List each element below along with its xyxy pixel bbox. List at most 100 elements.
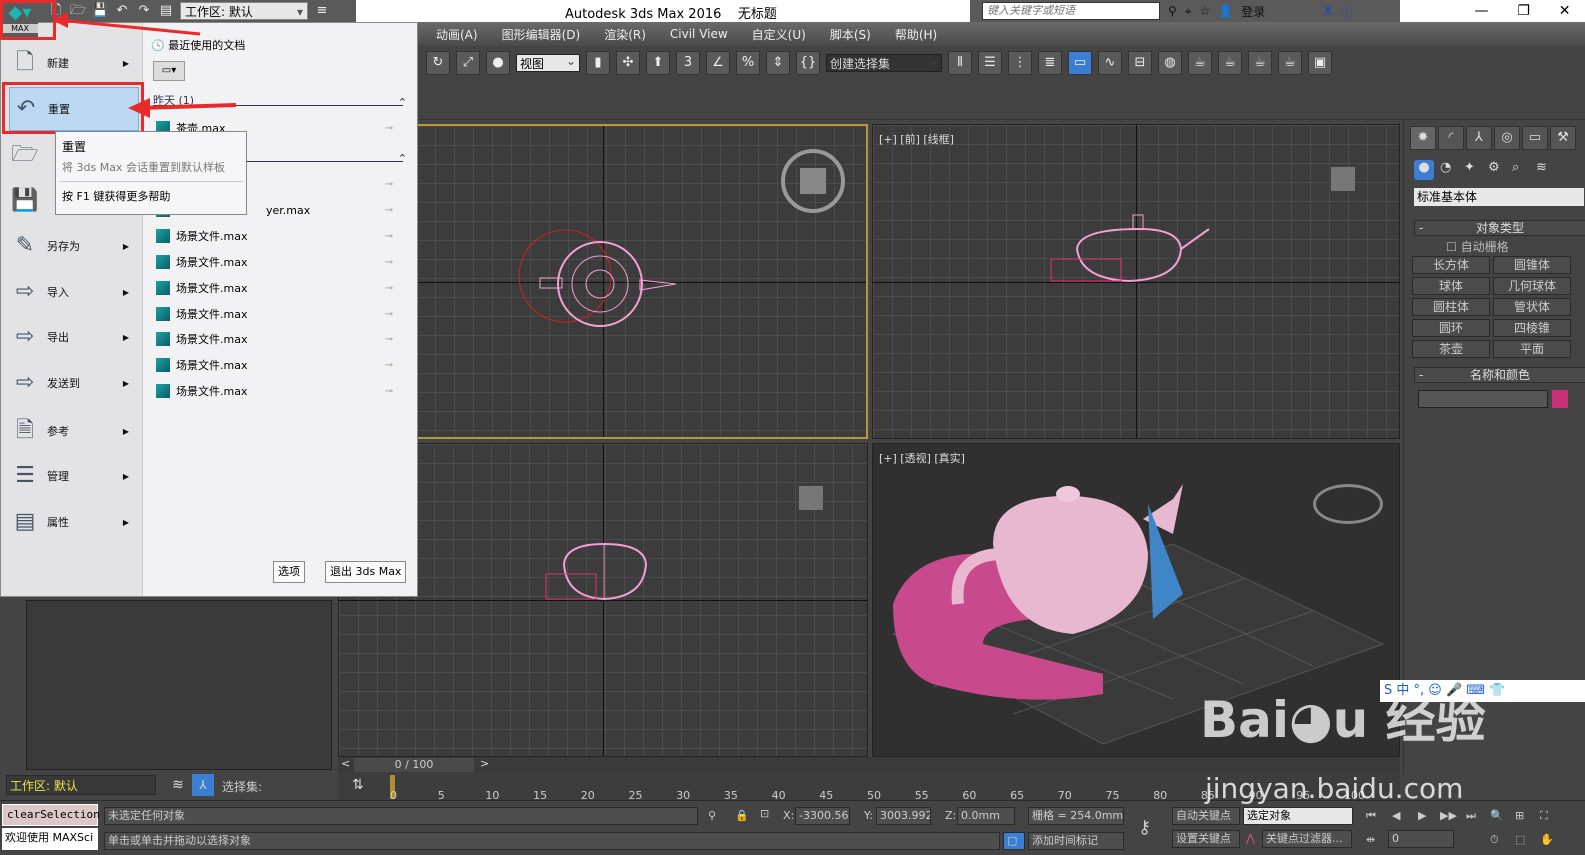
pin-icon[interactable]: ⊸ (385, 283, 393, 294)
named-selection-dropdown[interactable]: 创建选择集 (826, 52, 942, 72)
torus-button[interactable]: 圆环 (1412, 319, 1490, 337)
modify-tab-icon[interactable]: ◜ (1438, 126, 1464, 150)
keyboard-shortcut-icon[interactable]: ⬆ (646, 51, 670, 75)
scene-explorer-list[interactable] (26, 600, 332, 770)
align-icon[interactable]: ☰ (978, 51, 1002, 75)
recent-file[interactable]: 场景文件.max ⊸ (156, 330, 401, 348)
spinner-snap-icon[interactable]: ⇕ (766, 51, 790, 75)
go-to-start-icon[interactable]: ⏮ (1366, 809, 1376, 823)
pin-icon[interactable]: ⊸ (385, 334, 393, 345)
key-selection-dropdown[interactable]: 选定对象 (1243, 807, 1353, 825)
exit-button[interactable]: 退出 3ds Max (325, 561, 407, 583)
viewport-front[interactable]: [+] [前] [线框] (872, 124, 1400, 439)
collapse-icon[interactable]: ⌃ (398, 152, 407, 165)
maxscript-output[interactable]: 欢迎使用 MAXSci (2, 828, 98, 850)
pin-icon[interactable]: ⊸ (385, 309, 393, 320)
snap-toggle-icon[interactable]: 3 (676, 51, 700, 75)
time-config-icon[interactable]: ⏱ (1490, 833, 1499, 847)
time-tag-icon[interactable]: ▢ (1003, 832, 1025, 850)
time-slider[interactable]: < 0 / 100 > (338, 757, 1400, 773)
pyramid-button[interactable]: 四棱锥 (1493, 319, 1571, 337)
geosphere-button[interactable]: 几何球体 (1493, 277, 1571, 295)
collapse-icon[interactable]: ⌃ (398, 96, 407, 109)
key-filter-icon[interactable]: ⋀ (1246, 832, 1255, 845)
teapot-button[interactable]: 茶壶 (1412, 340, 1490, 358)
pin-icon[interactable]: ⊸ (385, 231, 393, 242)
prev-frame-icon[interactable]: ◀ (1392, 809, 1400, 822)
mirror-icon[interactable]: ⫴ (948, 51, 972, 75)
scale-icon[interactable]: ⤢ (456, 51, 480, 75)
options-button[interactable]: 选项 (273, 561, 305, 583)
menu-manage[interactable]: ☰ 管理 ▶ (9, 456, 139, 496)
pin-icon[interactable]: ⊸ (385, 179, 393, 190)
menu-scripting[interactable]: 脚本(S) (818, 26, 883, 43)
satellite-icon[interactable]: ⌖ (1185, 4, 1192, 19)
hierarchy-tab-icon[interactable]: ⅄ (1466, 126, 1492, 150)
render-production-icon[interactable]: ☕ (1248, 51, 1272, 75)
close-button[interactable]: ✕ (1559, 3, 1571, 19)
recent-file[interactable]: 场景文件.max ⊸ (156, 227, 401, 245)
menu-import[interactable]: ⇨ 导入 ▶ (9, 272, 139, 312)
set-key-button[interactable]: 设置关键点 (1172, 830, 1240, 848)
cylinder-button[interactable]: 圆柱体 (1412, 298, 1490, 316)
isolate-icon[interactable]: ⚲ (708, 809, 716, 822)
menu-help[interactable]: 帮助(H) (883, 26, 949, 43)
exchange-icon[interactable]: X (1323, 4, 1332, 18)
user-icon[interactable]: 👤 (1218, 4, 1233, 18)
field-of-view-icon[interactable]: ⬚ (1515, 833, 1525, 846)
layers-icon[interactable]: ≋ (172, 777, 184, 793)
display-tab-icon[interactable]: ▭ (1522, 126, 1548, 150)
scene-explorer-icon[interactable]: ▭ (1068, 51, 1092, 75)
y-coordinate[interactable]: 3003.992m (876, 807, 931, 825)
zoom-extents-icon[interactable]: ⛶ (1540, 809, 1548, 823)
search-input[interactable] (982, 2, 1160, 20)
menu-save-as[interactable]: ✎ 另存为 ▶ (9, 226, 139, 266)
menu-send-to[interactable]: ⇨ 发送到 ▶ (9, 363, 139, 403)
percent-snap-icon[interactable]: % (736, 51, 760, 75)
menu-reference[interactable]: 🗎 参考 ▶ (9, 411, 139, 451)
viewcube-icon[interactable] (799, 486, 823, 510)
lock-icon[interactable]: 🔒 (735, 809, 749, 822)
place-icon[interactable]: ● (486, 51, 510, 75)
object-category-dropdown[interactable]: 标准基本体 (1414, 188, 1584, 206)
current-frame-field[interactable]: 0 (1388, 830, 1454, 848)
menu-animation[interactable]: 动画(A) (418, 26, 490, 43)
select-manipulate-icon[interactable]: ✣ (616, 51, 640, 75)
help-icon[interactable]: ⓘ (1341, 3, 1353, 20)
viewcube-icon[interactable] (780, 148, 846, 214)
key-mode-icon[interactable]: ⇹ (1366, 833, 1375, 846)
key-icon[interactable]: ⚷ (1138, 817, 1151, 838)
cameras-icon[interactable]: ⚙ (1488, 160, 1500, 175)
pin-icon[interactable]: ⊸ (385, 386, 393, 397)
menu-civil-view[interactable]: Civil View (658, 27, 740, 41)
render-iterative-icon[interactable]: ☕ (1278, 51, 1302, 75)
object-name-input[interactable] (1418, 390, 1548, 408)
recent-file[interactable]: 场景文件.max ⊸ (156, 356, 401, 374)
recent-file[interactable]: 场景文件.max ⊸ (156, 279, 401, 297)
go-to-end-icon[interactable]: ⏭ (1466, 809, 1476, 823)
rotate-icon[interactable]: ↻ (426, 51, 450, 75)
play-icon[interactable]: ▶ (1418, 809, 1426, 822)
rendered-frame-icon[interactable]: ☕ (1218, 51, 1242, 75)
object-color-swatch[interactable] (1552, 390, 1568, 408)
pin-icon[interactable]: ⊸ (385, 123, 393, 134)
pin-icon[interactable]: ⊸ (385, 205, 393, 216)
menu-properties[interactable]: ▤ 属性 ▶ (9, 502, 139, 542)
rollout-name-color[interactable]: - 名称和颜色 (1414, 367, 1585, 383)
render-setup-icon[interactable]: ☕ (1188, 51, 1212, 75)
menu-customize[interactable]: 自定义(U) (740, 26, 818, 43)
layer-explorer-icon[interactable]: ⋮ (1008, 51, 1032, 75)
absolute-mode-icon[interactable]: ⊡ (760, 807, 769, 820)
autogrid-checkbox[interactable]: ☐ 自动栅格 (1446, 238, 1509, 255)
layers-icon[interactable]: ≣ (1038, 51, 1062, 75)
menu-rendering[interactable]: 渲染(R) (592, 26, 658, 43)
sphere-button[interactable]: 球体 (1412, 277, 1490, 295)
star-icon[interactable]: ☆ (1200, 4, 1211, 18)
create-tab-icon[interactable]: ✹ (1410, 126, 1436, 150)
key-filters-button[interactable]: 关键点过滤器... (1262, 830, 1352, 848)
zoom-icon[interactable]: 🔍 (1490, 809, 1504, 822)
rollout-object-type[interactable]: - 对象类型 (1414, 220, 1585, 236)
prev-frame-button[interactable]: < (341, 757, 350, 770)
curve-editor-icon[interactable]: ∿ (1098, 51, 1122, 75)
edit-named-selection-icon[interactable]: {} (796, 51, 820, 75)
